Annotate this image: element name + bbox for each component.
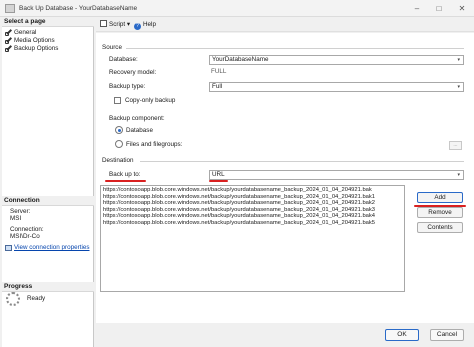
- title-bar: Back Up Database - YourDatabaseName – □ …: [0, 0, 474, 17]
- app-icon: [5, 4, 15, 13]
- backup-type-value: Full: [212, 83, 223, 90]
- files-filegroups-radio[interactable]: [115, 140, 123, 148]
- minimize-button[interactable]: –: [406, 0, 428, 17]
- back-up-to-label: Back up to:: [109, 171, 141, 178]
- ok-button[interactable]: OK: [385, 329, 419, 341]
- list-item[interactable]: https://contosoapp.blob.core.windows.net…: [103, 207, 402, 214]
- maximize-button[interactable]: □: [428, 0, 450, 17]
- url-annotation-underline: [209, 180, 228, 182]
- database-dropdown[interactable]: YourDatabaseName ▾: [209, 55, 464, 65]
- close-button[interactable]: ✕: [451, 0, 473, 17]
- view-connection-properties-link[interactable]: View connection properties: [14, 244, 90, 252]
- destination-url-list[interactable]: https://contosoapp.blob.core.windows.net…: [100, 185, 405, 292]
- back-up-to-value: URL: [212, 171, 225, 178]
- recovery-model-label: Recovery model:: [109, 69, 157, 76]
- page-backup-options[interactable]: Backup Options: [5, 44, 58, 53]
- help-button[interactable]: ? Help: [134, 20, 156, 30]
- help-label: Help: [143, 21, 156, 28]
- progress-spinner-icon: [6, 292, 20, 306]
- backup-type-label: Backup type:: [109, 83, 146, 90]
- list-item[interactable]: https://contosoapp.blob.core.windows.net…: [103, 213, 402, 220]
- window-title: Back Up Database - YourDatabaseName: [19, 5, 138, 12]
- source-divider: [126, 48, 464, 49]
- chevron-down-icon: ▾: [457, 84, 460, 90]
- source-section-label: Source: [102, 44, 122, 51]
- contents-button[interactable]: Contents: [417, 222, 463, 233]
- copy-only-checkbox[interactable]: [114, 97, 121, 104]
- files-browse-button[interactable]: ...: [449, 141, 462, 150]
- connection-header: Connection: [2, 196, 94, 206]
- recovery-model-value: FULL: [211, 68, 227, 75]
- main-content: Source Database: YourDatabaseName ▾ Reco…: [96, 33, 474, 323]
- list-item[interactable]: https://contosoapp.blob.core.windows.net…: [103, 200, 402, 207]
- script-icon: [100, 20, 107, 27]
- script-label: Script: [109, 21, 126, 28]
- backup-type-dropdown[interactable]: Full ▾: [209, 82, 464, 92]
- select-page-header: Select a page: [2, 17, 94, 27]
- progress-status: Ready: [27, 295, 46, 302]
- files-filegroups-label: Files and filegroups:: [126, 141, 183, 148]
- page-backup-options-label: Backup Options: [14, 45, 59, 52]
- wrench-icon: [5, 28, 12, 36]
- chevron-down-icon: ▾: [457, 172, 460, 178]
- page-media-options-label: Media Options: [14, 37, 55, 44]
- copy-only-label: Copy-only backup: [125, 97, 176, 104]
- wrench-icon: [5, 44, 12, 52]
- database-radio-label: Database: [126, 127, 153, 134]
- connection-value: MSI\Dr-Co: [10, 233, 40, 240]
- connection-properties-icon: [5, 245, 12, 252]
- script-button[interactable]: Script ▾: [100, 20, 130, 29]
- chevron-down-icon: ▾: [457, 57, 460, 63]
- toolbar: Script ▾ ? Help: [96, 17, 474, 32]
- list-item[interactable]: https://contosoapp.blob.core.windows.net…: [103, 187, 402, 194]
- database-label: Database:: [109, 56, 138, 63]
- server-value: MSI: [10, 215, 22, 222]
- backup-component-label: Backup component:: [109, 115, 165, 122]
- remove-button[interactable]: Remove: [417, 207, 463, 218]
- progress-header: Progress: [2, 282, 94, 292]
- back-up-to-annotation-underline: [105, 180, 146, 182]
- destination-section-label: Destination: [102, 157, 134, 164]
- add-button[interactable]: Add: [417, 192, 463, 203]
- page-general-label: General: [14, 29, 37, 36]
- script-dropdown-icon: ▾: [126, 21, 131, 28]
- database-value: YourDatabaseName: [212, 56, 269, 63]
- list-item[interactable]: https://contosoapp.blob.core.windows.net…: [103, 194, 402, 201]
- list-item[interactable]: https://contosoapp.blob.core.windows.net…: [103, 220, 402, 227]
- database-radio[interactable]: [115, 126, 123, 134]
- wrench-icon: [5, 36, 12, 44]
- destination-divider: [140, 161, 464, 162]
- help-icon: ?: [134, 23, 141, 30]
- back-up-to-dropdown[interactable]: URL ▾: [209, 170, 464, 180]
- cancel-button[interactable]: Cancel: [430, 329, 464, 341]
